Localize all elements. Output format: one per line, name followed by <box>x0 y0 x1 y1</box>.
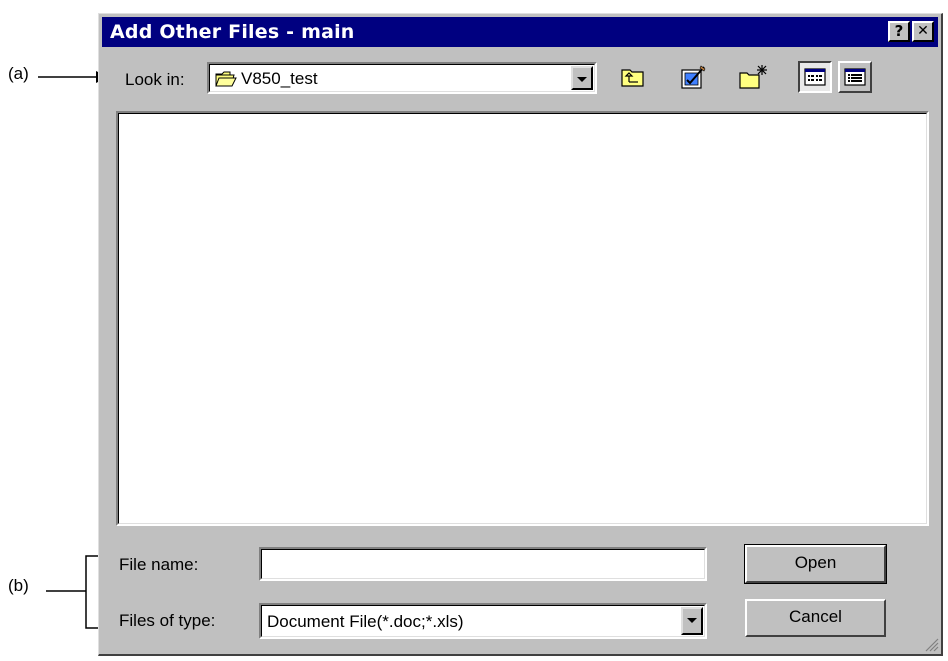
help-button[interactable]: ? <box>888 21 910 42</box>
file-list[interactable] <box>116 111 929 526</box>
file-name-label: File name: <box>119 555 199 574</box>
annotation-a: (a) <box>8 64 29 83</box>
list-view-button[interactable] <box>798 61 832 93</box>
files-of-type-combo[interactable]: Document File(*.doc;*.xls) <box>259 603 707 639</box>
title-bar[interactable]: Add Other Files - main ? ✕ <box>102 17 938 47</box>
look-in-dropdown-button[interactable] <box>571 66 593 90</box>
look-in-value: V850_test <box>241 69 318 88</box>
desktop-button[interactable] <box>676 61 710 93</box>
desktop-icon <box>681 65 706 89</box>
list-view-icon <box>804 68 826 86</box>
file-name-input[interactable] <box>259 547 707 581</box>
new-folder-button[interactable] <box>736 61 770 93</box>
open-button[interactable]: Open <box>744 544 887 584</box>
annotation-b-bracket <box>46 555 101 629</box>
files-of-type-value: Document File(*.doc;*.xls) <box>267 612 464 631</box>
files-of-type-dropdown-button[interactable] <box>681 607 703 635</box>
look-in-combo[interactable]: V850_test <box>207 62 597 94</box>
close-button[interactable]: ✕ <box>912 21 934 42</box>
add-other-files-dialog: Add Other Files - main ? ✕ Look in: V850… <box>98 13 943 656</box>
up-one-level-button[interactable] <box>616 61 650 93</box>
new-folder-icon <box>739 65 767 89</box>
folder-up-icon <box>621 69 644 87</box>
look-in-label: Look in: <box>125 70 185 89</box>
resize-grip[interactable] <box>925 638 939 652</box>
details-view-button[interactable] <box>838 61 872 93</box>
details-view-icon <box>844 68 866 86</box>
dialog-title: Add Other Files - main <box>110 21 355 43</box>
folder-icon <box>215 71 237 87</box>
cancel-button[interactable]: Cancel <box>745 599 886 637</box>
annotation-b: (b) <box>8 576 29 595</box>
files-of-type-label: Files of type: <box>119 611 216 630</box>
